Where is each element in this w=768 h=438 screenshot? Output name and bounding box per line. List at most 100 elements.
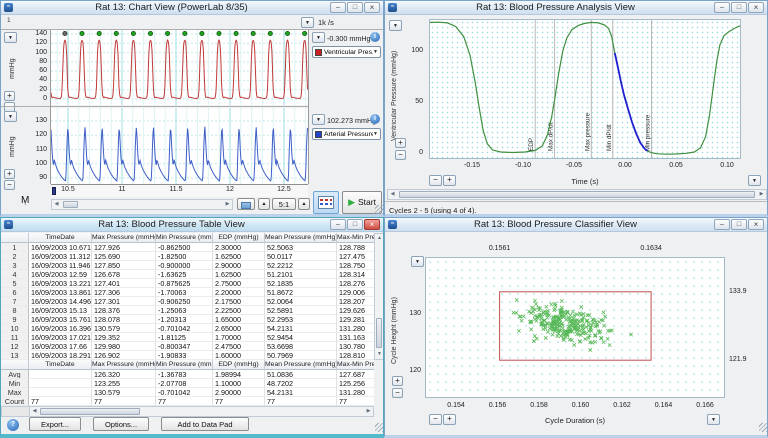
rate-dropdown[interactable]: ▼ — [301, 17, 314, 28]
chart-mode-button[interactable] — [313, 191, 339, 214]
scroll-right-icon[interactable]: ▶ — [757, 190, 766, 199]
x-zoom-in-button[interactable]: + — [443, 414, 456, 425]
scroll-left-icon[interactable]: ◀ — [30, 407, 39, 416]
table-row[interactable]: 616/09/2003 13.861127.306-1.700632.20000… — [1, 288, 374, 297]
table-row[interactable]: Min123.255-2.077081.1000048.7202125.256 — [1, 379, 374, 388]
table-row[interactable]: 1116/09/2003 17.021129.352-1.811251.7000… — [1, 333, 374, 342]
compress-time-button[interactable]: ▲ — [258, 198, 270, 210]
help-icon[interactable]: ? — [7, 419, 19, 431]
table-row[interactable]: Count777777777777 — [1, 397, 374, 406]
scroll-down-icon[interactable]: ▼ — [375, 350, 384, 359]
maximize-button[interactable]: □ — [347, 219, 363, 230]
channel2-selector[interactable]: Arterial Pressure ▼ — [312, 128, 381, 140]
arterial-pressure-plot[interactable] — [51, 108, 308, 184]
table-row[interactable]: 1216/09/2003 17.66129.980-0.8003472.4750… — [1, 342, 374, 351]
table-row[interactable]: 316/09/2003 11.946127.850-0.9000002.9000… — [1, 261, 374, 270]
channel2-zoom-in-button[interactable]: + — [4, 169, 15, 179]
scrollbar-thumb[interactable] — [63, 201, 78, 208]
table-hscrollbar[interactable]: ◀ ▶ — [29, 406, 374, 417]
channel1-info-icon[interactable]: i — [370, 32, 380, 42]
table-row[interactable]: 816/09/2003 15.13128.376-1.250632.225005… — [1, 306, 374, 315]
resize-grip[interactable] — [759, 423, 768, 432]
table-cell: 52.5063 — [265, 243, 337, 252]
analysis-plot[interactable]: EDPMax dP/dtMax pressureMin dP/dtMin pre… — [429, 19, 741, 159]
minimize-button[interactable]: – — [714, 219, 730, 230]
maximize-button[interactable]: □ — [347, 2, 363, 13]
minimize-button[interactable]: – — [330, 2, 346, 13]
y-zoom-in-button[interactable]: + — [392, 376, 403, 386]
scroll-to-end-button[interactable] — [237, 198, 255, 210]
table-row[interactable]: TimeDateMax Pressure (mmHg)Min Pressure … — [1, 360, 374, 370]
titlebar-table-view[interactable]: ≈ Rat 13: Blood Pressure Table View – □ … — [1, 218, 383, 232]
table-row[interactable]: TimeDateMax Pressure (mmHg)Min Pressure … — [1, 233, 374, 243]
table-cell: 2.22500 — [213, 306, 265, 315]
scroll-right-icon[interactable]: ▶ — [223, 200, 232, 209]
scrollbar-thumb[interactable] — [376, 318, 382, 348]
titlebar-chart-view[interactable]: ≈ Rat 13: Chart View (PowerLab 8/35) – □… — [1, 1, 383, 15]
close-button[interactable]: × — [364, 219, 380, 230]
classifier-options-dropdown[interactable]: ▼ — [411, 256, 424, 267]
minimize-button[interactable]: – — [714, 2, 730, 13]
table-row[interactable]: 216/09/2003 11.312125.690-1.825001.62500… — [1, 252, 374, 261]
y-zoom-in-button[interactable]: + — [395, 138, 406, 148]
ventricular-pressure-plot[interactable] — [51, 30, 308, 105]
table-row[interactable]: Max130.579-0.7010422.9000054.2131131.280 — [1, 388, 374, 397]
table-vscrollbar[interactable]: ▲ ▼ — [374, 233, 384, 360]
channel2-dropdown[interactable]: ▼ — [4, 111, 17, 122]
x-axis-title: Time (s) — [505, 177, 665, 186]
add-to-data-pad-button[interactable]: Add to Data Pad — [161, 417, 249, 431]
x-axis-dropdown[interactable]: ▼ — [748, 175, 761, 186]
maximize-button[interactable]: □ — [731, 2, 747, 13]
scroll-left-icon[interactable]: ◀ — [388, 190, 397, 199]
analysis-scrollbar[interactable]: ◀ ▶ — [387, 189, 767, 200]
channel1-dropdown[interactable]: ▼ — [4, 32, 17, 43]
channel2-zoom-out-button[interactable]: − — [4, 180, 15, 190]
x-zoom-out-button[interactable]: − — [429, 175, 442, 186]
scrollbar-thumb[interactable] — [40, 408, 140, 415]
table-row[interactable]: 1016/09/2003 16.396130.579-0.7010422.650… — [1, 324, 374, 333]
x-axis-dropdown[interactable]: ▼ — [707, 414, 720, 425]
x-zoom-in-button[interactable]: + — [443, 175, 456, 186]
maximize-button[interactable]: □ — [731, 219, 747, 230]
channel2-info-icon[interactable]: i — [370, 114, 380, 124]
scroll-right-icon[interactable]: ▶ — [364, 407, 373, 416]
table-cell: 52.5891 — [265, 306, 337, 315]
data-table[interactable]: TimeDateMax Pressure (mmHg)Min Pressure … — [1, 233, 374, 360]
scrollbar-thumb[interactable] — [399, 191, 755, 198]
table-cell: 51.2101 — [265, 270, 337, 279]
time-scrollbar[interactable]: ◀ ▶ — [51, 199, 233, 210]
scroll-left-icon[interactable]: ◀ — [52, 200, 61, 209]
close-button[interactable]: × — [748, 219, 764, 230]
channel2-value-dropdown[interactable]: ▼ — [312, 114, 325, 125]
compression-ratio[interactable]: 5:1 — [272, 198, 296, 210]
analysis-options-dropdown[interactable]: ▼ — [389, 20, 402, 31]
table-row[interactable]: 516/09/2003 13.221127.401-0.8756252.7500… — [1, 279, 374, 288]
minimize-button[interactable]: – — [330, 219, 346, 230]
close-button[interactable]: × — [364, 2, 380, 13]
expand-time-button[interactable]: ▲ — [298, 198, 310, 210]
table-row[interactable]: 116/09/2003 10.671127.926-0.8625002.3000… — [1, 243, 374, 252]
table-row[interactable]: Avg126.320-1.367831.9899451.0836127.687 — [1, 370, 374, 379]
titlebar-classifier-view[interactable]: ≈ Rat 13: Blood Pressure Classifier View… — [385, 218, 767, 232]
scroll-up-icon[interactable]: ▲ — [375, 234, 384, 243]
channel-splitter[interactable] — [1, 106, 308, 107]
table-row[interactable]: 716/09/2003 14.496127.301-0.9062502.1750… — [1, 297, 374, 306]
channel1-value-dropdown[interactable]: ▼ — [312, 32, 325, 43]
table-row[interactable]: 1316/09/2003 18.291126.902-1.908331.6000… — [1, 351, 374, 360]
titlebar-analysis-view[interactable]: ≈ Rat 13: Blood Pressure Analysis View –… — [385, 1, 767, 15]
channel1-zoom-in-button[interactable]: + — [4, 91, 15, 101]
table-row[interactable]: 916/09/2003 15.761128.078-1.203131.65000… — [1, 315, 374, 324]
resize-grip[interactable] — [375, 205, 384, 214]
resize-grip[interactable] — [375, 423, 384, 432]
close-button[interactable]: × — [748, 2, 764, 13]
classifier-plot[interactable] — [425, 257, 725, 398]
channel1-selector[interactable]: Ventricular Pres... ▼ — [312, 46, 381, 58]
table-row[interactable]: 416/09/2003 12.59126.678-1.636251.625005… — [1, 270, 374, 279]
x-zoom-out-button[interactable]: − — [429, 414, 442, 425]
export-button[interactable]: Export... — [29, 417, 81, 431]
summary-table[interactable]: TimeDateMax Pressure (mmHg)Min Pressure … — [1, 360, 374, 406]
options-button[interactable]: Options... — [93, 417, 149, 431]
marker-tool-icon[interactable]: Ṃ — [21, 195, 29, 206]
y-zoom-out-button[interactable]: − — [392, 388, 403, 398]
tick-label: 110 — [25, 146, 47, 153]
